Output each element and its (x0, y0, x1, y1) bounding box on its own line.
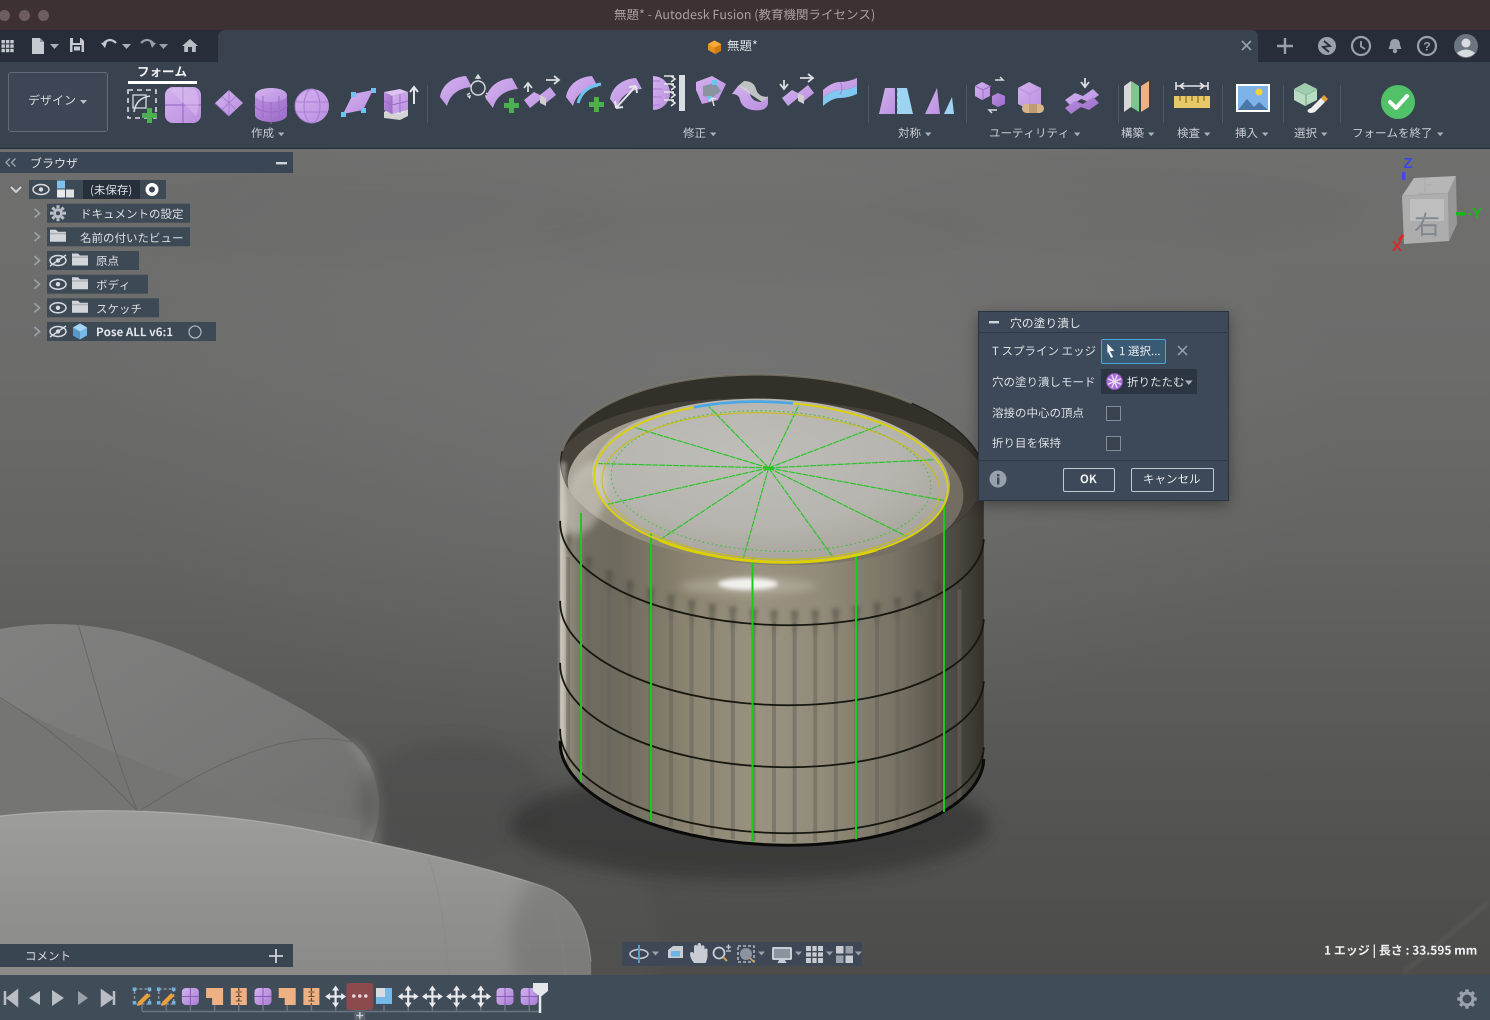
svg-text:-Y: -Y (1467, 205, 1482, 222)
svg-text:Z: Z (1403, 155, 1412, 172)
svg-text:?: ? (1423, 40, 1430, 54)
